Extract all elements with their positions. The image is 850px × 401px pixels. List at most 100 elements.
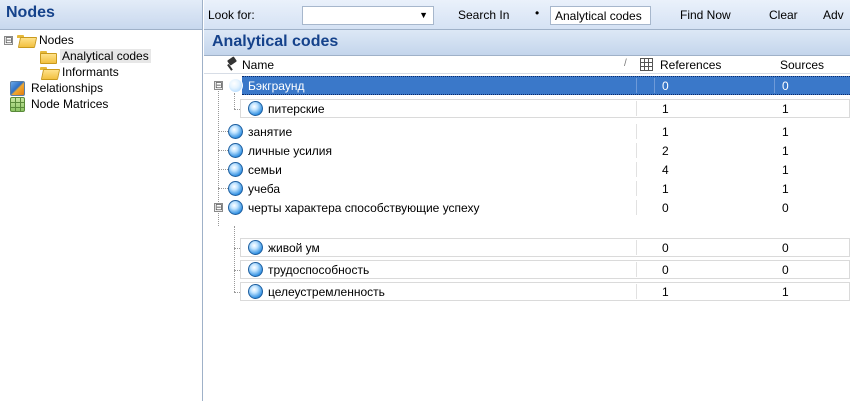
find-bar: Look for: ▼ Search In • Analytical codes…: [204, 0, 850, 30]
column-separator: [636, 262, 637, 277]
tree-item-label: Analytical codes: [60, 49, 151, 63]
list-header: Analytical codes: [204, 30, 850, 56]
sources-value: 0: [782, 201, 789, 215]
column-separator: [636, 284, 637, 299]
nav-tree: ⊟ Nodes Analytical codes Informants Rela…: [0, 30, 202, 112]
table-row[interactable]: ⊟ черты характера способствующие успеху …: [204, 198, 850, 217]
column-separator: [636, 162, 637, 177]
column-header-name[interactable]: Name: [242, 58, 274, 72]
references-value: 1: [662, 125, 669, 139]
search-in-button[interactable]: Search In: [458, 8, 509, 22]
column-header-sources[interactable]: Sources: [780, 58, 824, 72]
sources-value: 1: [782, 125, 789, 139]
tree-item-informants[interactable]: Informants: [0, 64, 202, 80]
references-value: 1: [662, 102, 669, 116]
search-in-dropdown-icon[interactable]: •: [535, 6, 539, 20]
node-name: личные усилия: [248, 144, 332, 158]
references-value: 0: [662, 201, 669, 215]
sources-value: 0: [782, 241, 789, 255]
node-matrix-icon: [10, 96, 25, 112]
sources-value: 1: [782, 285, 789, 299]
sources-value: 1: [782, 102, 789, 116]
node-icon: [228, 162, 243, 177]
look-for-input[interactable]: ▼: [302, 6, 434, 25]
folder-open-icon: [16, 33, 33, 47]
node-name: занятие: [248, 125, 293, 139]
advanced-find-button[interactable]: Adv: [823, 8, 844, 22]
tree-item-relationships[interactable]: Relationships: [0, 80, 202, 96]
column-header-references[interactable]: References: [660, 58, 721, 72]
table-row[interactable]: занятие 1 1: [204, 122, 850, 141]
sources-value: 0: [782, 79, 789, 93]
references-value: 2: [662, 144, 669, 158]
pin-icon[interactable]: [226, 57, 238, 71]
tree-item-nodes[interactable]: ⊟ Nodes: [0, 32, 202, 48]
nav-title: Nodes: [6, 4, 55, 21]
node-icon: [228, 200, 243, 215]
column-separator: [636, 143, 637, 158]
node-name: живой ум: [268, 241, 320, 255]
references-value: 0: [662, 241, 669, 255]
table-row[interactable]: живой ум 0 0: [204, 238, 850, 257]
column-separator: [636, 200, 637, 215]
table-row[interactable]: трудоспособность 0 0: [204, 260, 850, 279]
node-icon: [228, 143, 243, 158]
node-name: целеустремленность: [268, 285, 385, 299]
search-scope-value: Analytical codes: [555, 9, 642, 23]
column-separator: [654, 78, 655, 93]
selection-highlight: [242, 76, 850, 95]
tree-item-label: Relationships: [31, 81, 104, 95]
tree-item-label: Node Matrices: [31, 97, 109, 111]
node-icon: [248, 101, 263, 116]
references-value: 4: [662, 163, 669, 177]
node-name: Бэкграунд: [248, 79, 305, 93]
node-icon: [228, 124, 243, 139]
node-name: семьи: [248, 163, 282, 177]
tree-item-analytical-codes[interactable]: Analytical codes: [0, 48, 202, 64]
search-scope-field[interactable]: Analytical codes: [550, 6, 651, 25]
collapse-icon[interactable]: ⊟: [214, 81, 223, 90]
main-area: Look for: ▼ Search In • Analytical codes…: [204, 0, 850, 401]
column-separator: [636, 78, 637, 93]
look-for-label: Look for:: [208, 8, 255, 22]
references-value: 1: [662, 182, 669, 196]
sources-value: 0: [782, 263, 789, 277]
table-row[interactable]: семьи 4 1: [204, 160, 850, 179]
clear-button[interactable]: Clear: [769, 8, 798, 22]
sort-indicator-icon: /: [624, 58, 627, 69]
table-row[interactable]: ⊟ Бэкграунд 0 0: [204, 76, 850, 95]
navigation-pane: Nodes ⊟ Nodes Analytical codes Informant…: [0, 0, 203, 401]
node-icon: [248, 240, 263, 255]
node-name: питерские: [268, 102, 325, 116]
find-now-button[interactable]: Find Now: [680, 8, 731, 22]
tree-item-label: Informants: [62, 65, 119, 79]
node-name: черты характера способствующие успеху: [248, 201, 480, 215]
collapse-icon[interactable]: ⊟: [4, 35, 13, 45]
column-separator: [636, 181, 637, 196]
table-row[interactable]: питерские 1 1: [204, 99, 850, 118]
node-icon: [248, 284, 263, 299]
table-row[interactable]: личные усилия 2 1: [204, 141, 850, 160]
table-row[interactable]: учеба 1 1: [204, 179, 850, 198]
column-separator: [636, 101, 637, 116]
relationships-icon: [10, 80, 25, 96]
child-row-frame: [240, 99, 850, 118]
node-name: учеба: [248, 182, 281, 196]
collapse-icon[interactable]: ⊟: [214, 203, 223, 212]
references-value: 0: [662, 79, 669, 93]
sources-value: 1: [782, 163, 789, 177]
folder-open-icon: [39, 65, 56, 79]
references-value: 0: [662, 263, 669, 277]
dropdown-arrow-icon[interactable]: ▼: [419, 10, 428, 20]
column-headers: Name / References Sources: [204, 56, 850, 74]
sources-value: 1: [782, 182, 789, 196]
nav-header: Nodes: [0, 0, 202, 30]
sources-value: 1: [782, 144, 789, 158]
tree-item-node-matrices[interactable]: Node Matrices: [0, 96, 202, 112]
references-value: 1: [662, 285, 669, 299]
table-row[interactable]: целеустремленность 1 1: [204, 282, 850, 301]
list-title: Analytical codes: [212, 33, 339, 50]
node-icon: [228, 78, 243, 93]
column-separator: [636, 240, 637, 255]
column-chooser-icon[interactable]: [640, 58, 653, 71]
